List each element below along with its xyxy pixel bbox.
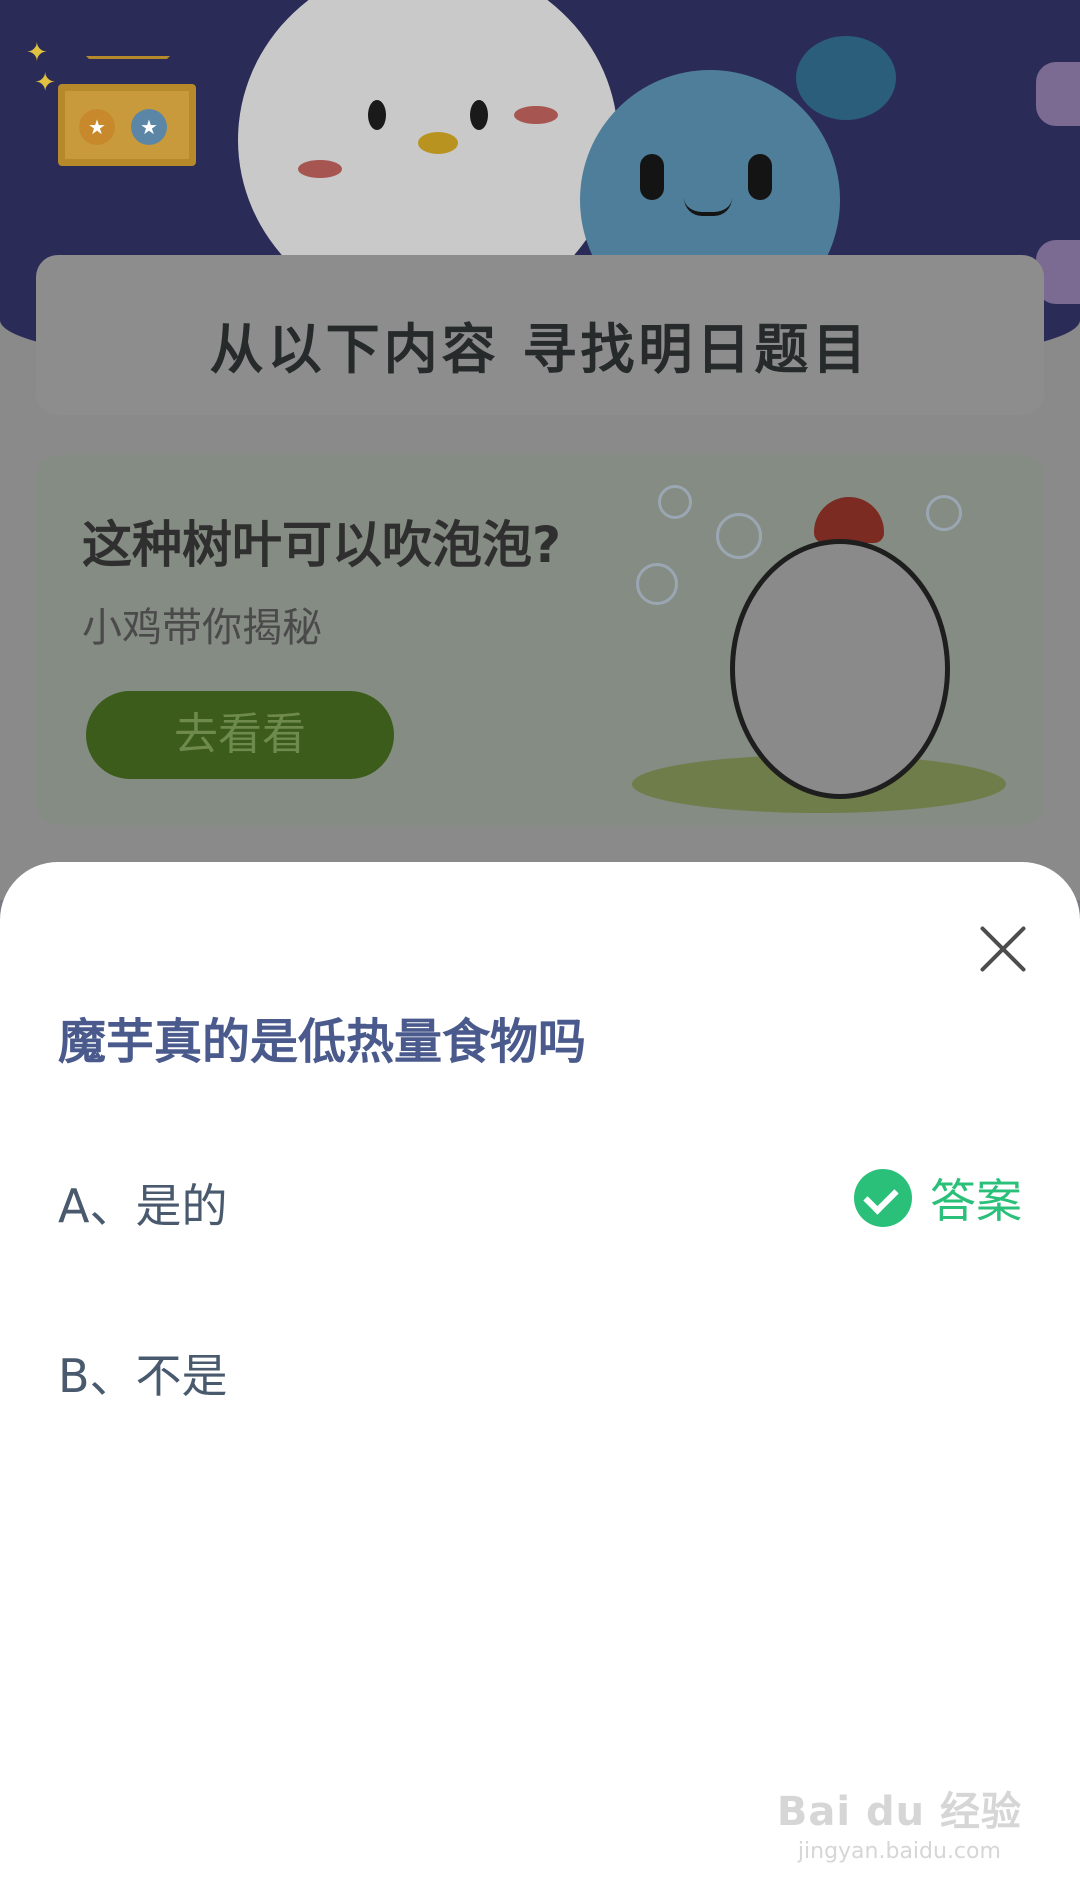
promo-subtitle: 小鸡带你揭秘: [82, 605, 322, 651]
answer-label: 答案: [930, 1174, 1022, 1228]
question-title: 魔芋真的是低热量食物吗: [58, 1014, 587, 1070]
gold-medal-icon: ★: [79, 109, 115, 145]
chicken-comb: [814, 497, 884, 543]
silver-medal-icon: ★: [131, 109, 167, 145]
medal-board: ★ ★: [58, 84, 196, 166]
promo-title: 这种树叶可以吹泡泡?: [82, 516, 562, 574]
option-b[interactable]: B、不是: [58, 1322, 1022, 1412]
bubble-chicken-illustration: [730, 539, 950, 799]
option-a[interactable]: A、是的 答案: [58, 1152, 1022, 1242]
check-circle-icon: [854, 1169, 912, 1227]
close-icon[interactable]: [968, 914, 1038, 984]
side-button: [1036, 62, 1080, 126]
sparkle-icon: ✦ ✦: [26, 38, 57, 98]
watermark-logo: Bai du 经验: [776, 1789, 1022, 1835]
answer-sheet: 魔芋真的是低热量食物吗 A、是的 答案 B、不是 Bai du 经验 jingy…: [0, 862, 1080, 1886]
bubble-icon: [658, 485, 692, 519]
watermark-url: jingyan.baidu.com: [797, 1839, 1001, 1864]
baidu-jingyan-watermark: Bai du 经验 jingyan.baidu.com: [777, 1779, 1022, 1864]
bubble-icon: [636, 563, 678, 605]
background-page: ✦ ✦ ★ ★ 从以下内容 寻找明日题目 这种树叶可以吹泡泡? 小鸡带你揭秘 去…: [0, 0, 1080, 900]
answer-badge: 答案: [854, 1168, 1022, 1228]
promo-card: 这种树叶可以吹泡泡? 小鸡带你揭秘 去看看: [36, 455, 1044, 825]
banner-title: 从以下内容 寻找明日题目: [209, 318, 871, 381]
bubble-icon: [716, 513, 762, 559]
go-see-button: 去看看: [86, 691, 394, 779]
option-label: B、不是: [58, 1349, 228, 1403]
tomorrow-question-banner: 从以下内容 寻找明日题目: [36, 255, 1044, 415]
bubble-icon: [926, 495, 962, 531]
option-label: A、是的: [58, 1179, 228, 1233]
planet-icon: [796, 36, 896, 120]
